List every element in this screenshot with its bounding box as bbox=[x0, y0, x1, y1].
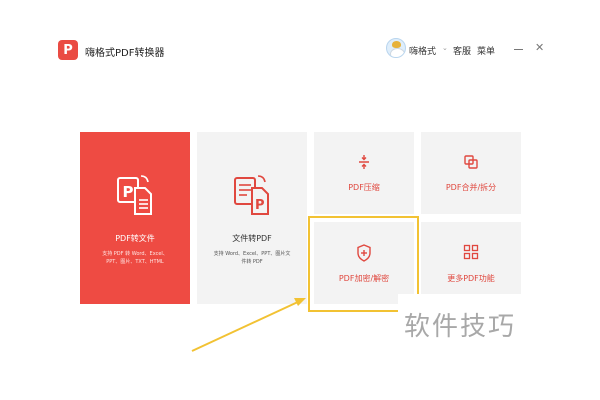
watermark-text: 软件技巧 bbox=[404, 312, 517, 342]
